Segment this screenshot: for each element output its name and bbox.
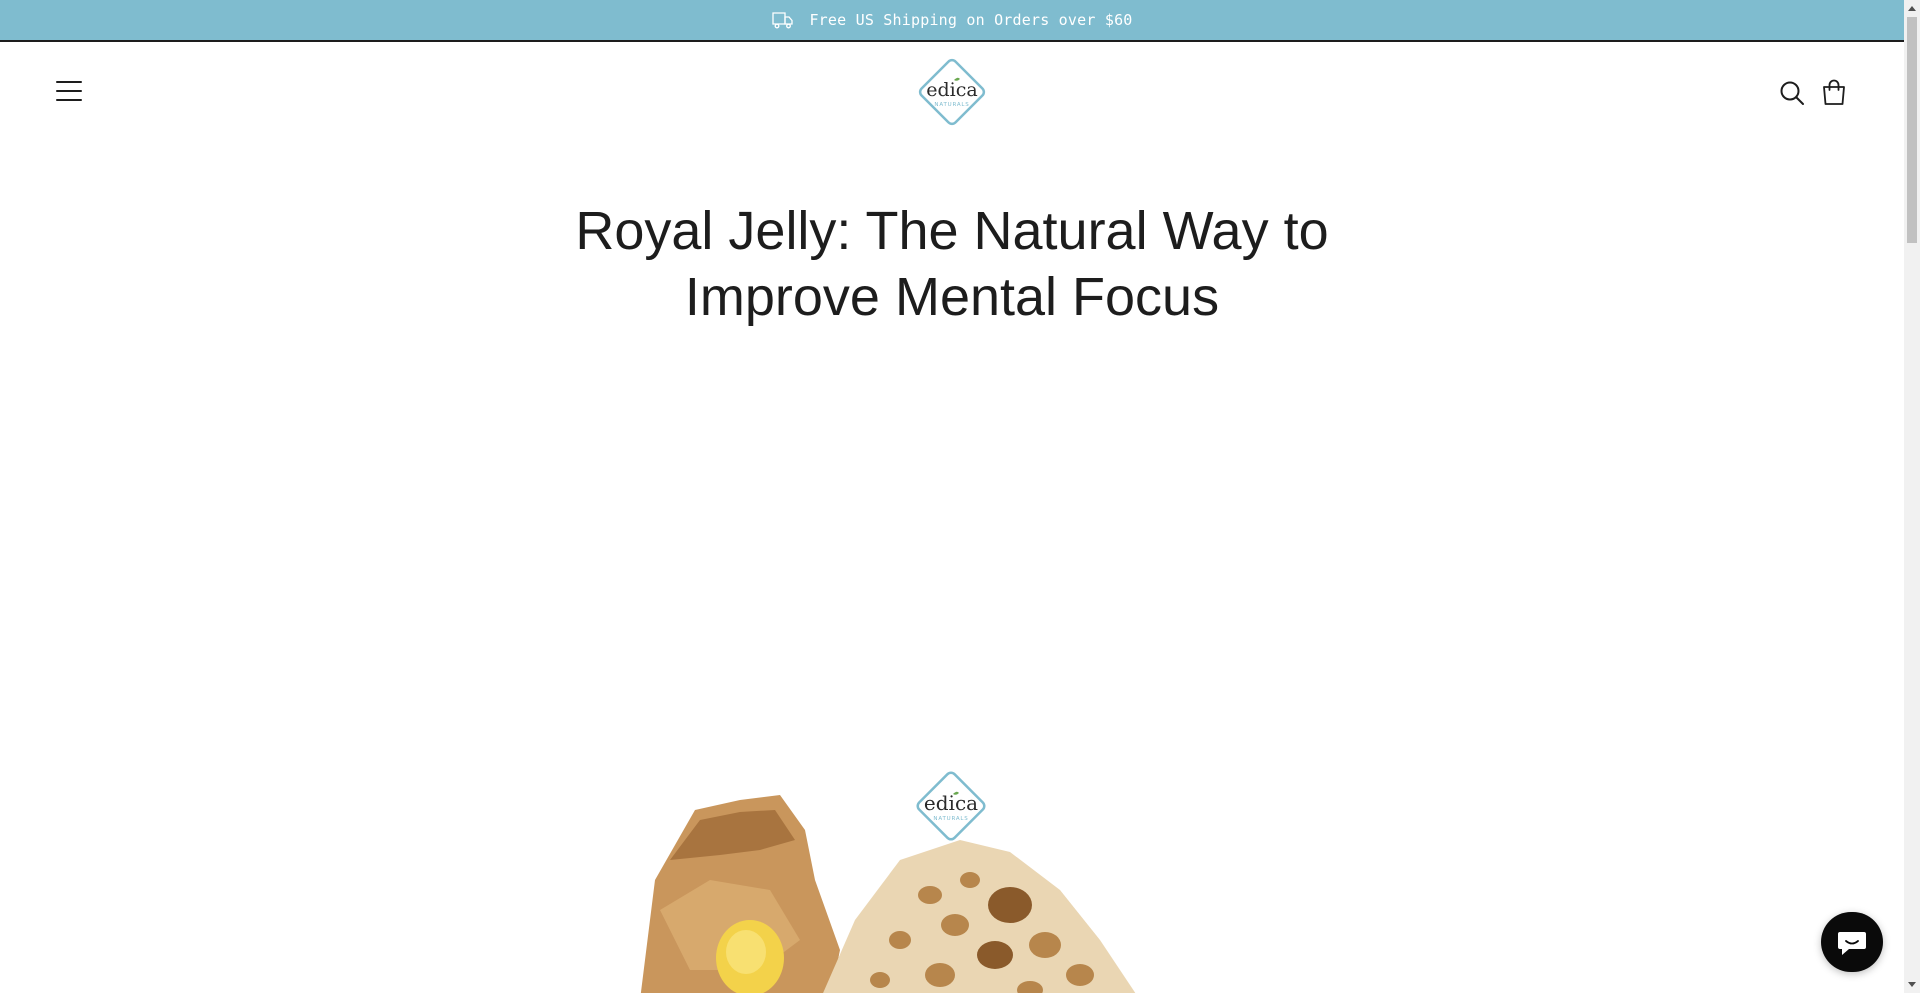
logo-brand-word: edica [926,79,977,101]
scroll-down-arrow-icon[interactable] [1904,976,1920,993]
announcement-text: Free US Shipping on Orders over $60 [809,11,1133,29]
page-scrollbar[interactable] [1904,0,1920,993]
chat-bubble-icon[interactable] [1821,912,1883,972]
hero-logo-sub-word: NATURALS [933,816,968,822]
hero-logo-brand-word: edica [924,791,978,815]
shopping-bag-icon[interactable] [1821,78,1847,106]
page: Free US Shipping on Orders over $60 edic… [0,0,1904,993]
announcement-bar: Free US Shipping on Orders over $60 [0,0,1904,42]
article-title-line-2: Improve Mental Focus [684,267,1220,327]
site-logo[interactable]: edica NATURALS [914,54,990,130]
article-title-line-1: Royal Jelly: The Natural Way to [575,201,1329,261]
article-title: Royal Jelly: The Natural Way to Improve … [452,198,1452,330]
scrollbar-thumb[interactable] [1907,17,1917,243]
search-icon[interactable] [1779,80,1805,106]
hamburger-icon[interactable] [56,81,82,101]
truck-icon [771,8,795,32]
article-hero-image: edica NATURALS [600,740,1304,993]
site-header: edica NATURALS [0,42,1904,142]
scroll-up-arrow-icon[interactable] [1904,0,1920,17]
hero-brand-logo: edica NATURALS [911,766,991,846]
logo-sub-word: NATURALS [934,102,969,108]
